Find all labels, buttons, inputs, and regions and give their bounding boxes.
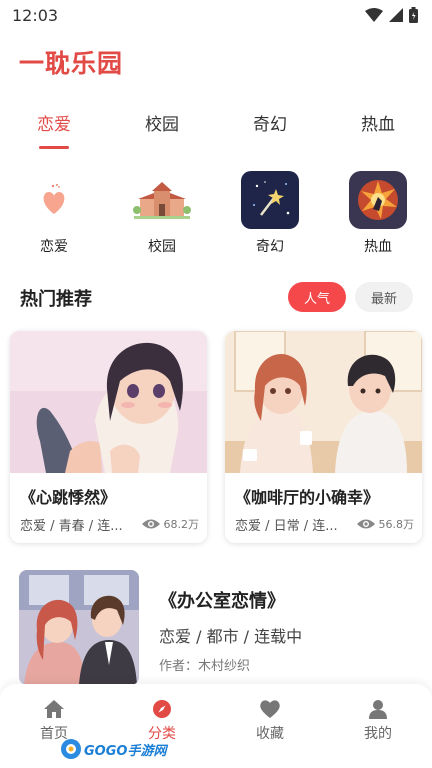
compass-icon <box>153 700 171 718</box>
list-meta: 恋爱 / 都市 / 连载中 <box>159 627 303 646</box>
eye-icon <box>141 519 160 529</box>
status-bar: 12:03 <box>0 0 432 30</box>
category-label: 校园 <box>148 239 176 255</box>
list-title: 《办公室恋情》 <box>159 591 285 612</box>
sort-popular-button[interactable]: 人气 <box>288 282 346 312</box>
view-count-value: 68.2万 <box>163 518 200 531</box>
tab-action[interactable]: 热血 <box>324 104 432 154</box>
category-campus[interactable]: 校园 <box>108 170 216 260</box>
tab-romance[interactable]: 恋爱 <box>0 104 108 154</box>
home-icon <box>44 700 64 718</box>
school-icon <box>132 170 192 230</box>
magic-wand-icon <box>240 170 300 230</box>
nav-label: 收藏 <box>256 726 284 742</box>
signal-icon <box>389 8 403 22</box>
section-header: 热门推荐 人气 最新 <box>0 282 432 314</box>
comic-card[interactable]: 《咖啡厅的小确幸》 恋爱 / 日常 / 连... 56.8万 <box>225 331 422 543</box>
nav-favorites[interactable]: 收藏 <box>216 684 324 768</box>
explosion-icon <box>348 170 408 230</box>
list-item[interactable]: 《办公室恋情》 恋爱 / 都市 / 连载中 作者：木村纱织 <box>0 565 432 685</box>
category-action[interactable]: 热血 <box>324 170 432 260</box>
category-label: 热血 <box>364 239 392 255</box>
app-title: 一耽乐园 <box>19 49 124 78</box>
heart-icon <box>24 170 84 230</box>
list-cover <box>19 570 139 685</box>
list-author: 作者：木村纱织 <box>159 659 251 674</box>
category-romance[interactable]: 恋爱 <box>0 170 108 260</box>
card-title: 《咖啡厅的小确幸》 <box>235 488 380 507</box>
user-icon <box>369 700 387 719</box>
card-meta: 恋爱 / 日常 / 连... <box>235 519 338 534</box>
view-count: 68.2万 <box>141 516 200 532</box>
card-meta: 恋爱 / 青春 / 连... <box>20 519 123 534</box>
battery-icon <box>409 7 418 23</box>
nav-label: 我的 <box>364 726 392 742</box>
section-title: 热门推荐 <box>20 289 92 310</box>
card-title: 《心跳悸然》 <box>20 488 117 507</box>
eye-icon <box>356 519 375 529</box>
comic-card[interactable]: 《心跳悸然》 恋爱 / 青春 / 连... 68.2万 <box>10 331 207 543</box>
category-label: 奇幻 <box>256 239 284 255</box>
status-icons <box>365 7 418 23</box>
view-count: 56.8万 <box>356 516 415 532</box>
category-tabs: 恋爱 校园 奇幻 热血 <box>0 104 432 154</box>
category-fantasy[interactable]: 奇幻 <box>216 170 324 260</box>
status-time: 12:03 <box>12 5 59 25</box>
watermark-text: GOGO手游网 <box>84 743 167 759</box>
category-label: 恋爱 <box>40 239 68 255</box>
watermark: GOGO手游网 <box>60 734 166 764</box>
tab-campus[interactable]: 校园 <box>108 104 216 154</box>
sort-latest-button[interactable]: 最新 <box>355 282 413 312</box>
category-grid: 恋爱 校园 奇幻 热血 <box>0 170 432 260</box>
watermark-logo-icon <box>61 739 81 759</box>
heart-icon <box>260 700 280 718</box>
wifi-icon <box>365 8 383 22</box>
view-count-value: 56.8万 <box>378 518 415 531</box>
nav-profile[interactable]: 我的 <box>324 684 432 768</box>
tab-fantasy[interactable]: 奇幻 <box>216 104 324 154</box>
card-cover <box>225 331 422 473</box>
card-cover <box>10 331 207 473</box>
